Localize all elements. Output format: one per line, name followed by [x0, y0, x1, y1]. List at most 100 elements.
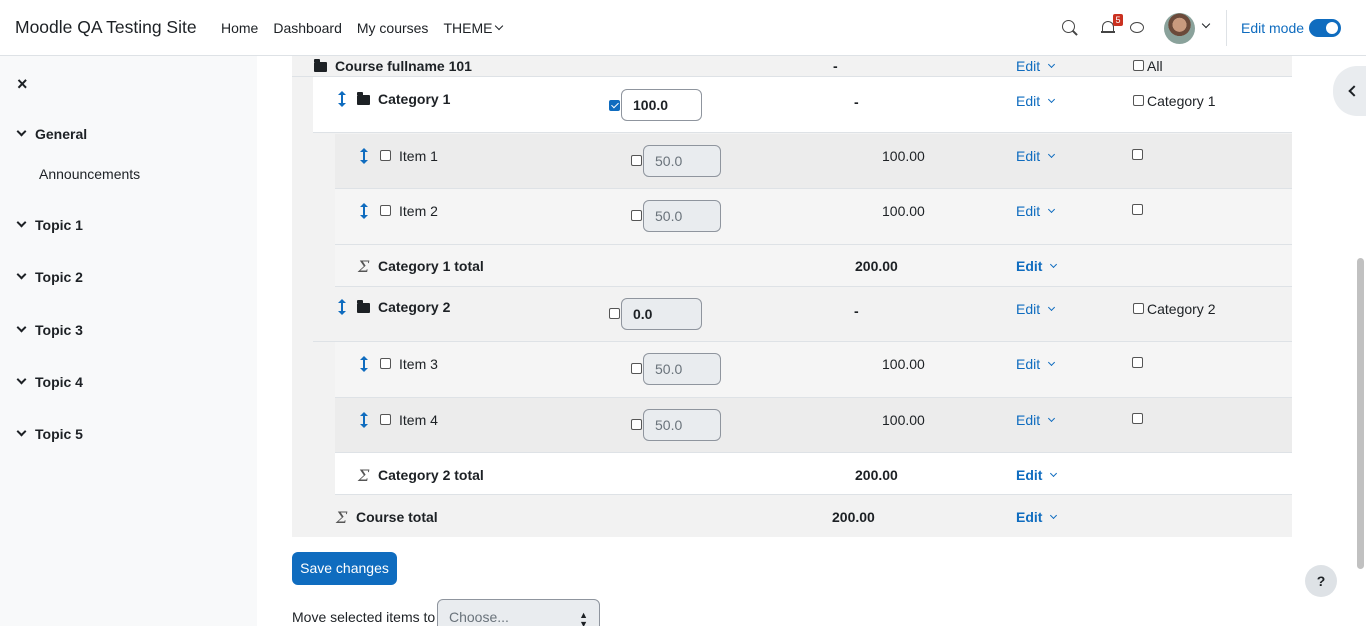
nav-home[interactable]: Home — [221, 20, 258, 36]
max-grade: 200.00 — [832, 509, 875, 525]
select-checkbox[interactable] — [1132, 204, 1143, 215]
category-name: Category 2 — [378, 299, 451, 315]
weight-input[interactable]: 50.0 — [643, 145, 721, 177]
max-grade: 100.00 — [882, 203, 925, 219]
edit-menu[interactable]: Edit — [1016, 301, 1056, 317]
chevron-down-icon — [16, 217, 27, 228]
section-topic-5[interactable]: Topic 5 — [16, 426, 83, 442]
chevron-down-icon — [1050, 260, 1058, 269]
page-scrollbar[interactable] — [1357, 258, 1364, 569]
primary-navigation: Home Dashboard My courses THEME — [221, 20, 504, 36]
site-name[interactable]: Moodle QA Testing Site — [15, 17, 197, 38]
nav-theme-menu[interactable]: THEME — [443, 20, 504, 36]
move-icon[interactable] — [359, 356, 369, 372]
weight-input[interactable]: 50.0 — [643, 200, 721, 232]
weight-override-checkbox[interactable] — [631, 155, 642, 166]
move-icon[interactable] — [337, 299, 347, 315]
course-total-row: Σ Course total 200.00 Edit — [313, 495, 1292, 537]
select-category-checkbox[interactable] — [1133, 95, 1144, 106]
total-name: Course total — [356, 509, 438, 525]
messages-icon[interactable] — [1130, 22, 1144, 33]
section-topic-3[interactable]: Topic 3 — [16, 322, 83, 338]
item-name: Item 2 — [399, 203, 438, 219]
help-button[interactable]: ? — [1305, 565, 1337, 597]
select-checkbox[interactable] — [1132, 357, 1143, 368]
chevron-down-icon — [1048, 414, 1056, 423]
edit-menu[interactable]: Edit — [1016, 203, 1056, 219]
max-grade: 100.00 — [882, 148, 925, 164]
select-checkbox[interactable] — [1132, 413, 1143, 424]
item-name: Item 4 — [399, 412, 438, 428]
grade-item-row: Item 2 50.0 100.00 Edit — [335, 189, 1292, 245]
select-checkbox[interactable] — [1132, 149, 1143, 160]
chevron-down-icon — [16, 126, 27, 137]
edit-label: Edit — [1016, 93, 1041, 109]
section-topic-4[interactable]: Topic 4 — [16, 374, 83, 390]
weight-input[interactable]: 50.0 — [643, 409, 721, 441]
edit-menu[interactable]: Edit — [1016, 93, 1056, 109]
select-all-checkbox[interactable] — [1133, 60, 1144, 71]
edit-menu[interactable]: Edit — [1016, 467, 1058, 483]
user-menu-chevron-icon[interactable] — [1201, 19, 1211, 29]
folder-icon — [314, 59, 327, 72]
total-name: Category 2 total — [378, 467, 484, 483]
chevron-down-icon — [1048, 60, 1056, 69]
move-icon[interactable] — [337, 91, 347, 107]
select-item-checkbox[interactable] — [380, 150, 391, 161]
user-avatar[interactable] — [1164, 13, 1195, 44]
weight-override-checkbox[interactable] — [609, 100, 620, 111]
chevron-down-icon — [1048, 205, 1056, 214]
chevron-down-icon — [1050, 511, 1058, 520]
section-topic-2[interactable]: Topic 2 — [16, 269, 83, 285]
select-category-label: Category 2 — [1147, 301, 1216, 317]
select-placeholder: Choose... — [449, 609, 509, 625]
gradebook-setup-table: Course fullname 101 - Edit All Category … — [292, 34, 1292, 537]
max-grade: - — [854, 94, 859, 110]
folder-icon — [357, 300, 370, 313]
move-destination-select[interactable]: Choose... ▲ ▼ — [437, 599, 600, 626]
weight-override-checkbox[interactable] — [609, 308, 620, 319]
section-topic-1[interactable]: Topic 1 — [16, 217, 83, 233]
weight-input[interactable]: 0.0 — [621, 298, 702, 330]
edit-label: Edit — [1016, 412, 1041, 428]
close-drawer-icon[interactable]: × — [17, 74, 28, 95]
notification-count-badge: 5 — [1113, 14, 1123, 26]
move-icon[interactable] — [359, 412, 369, 428]
select-item-checkbox[interactable] — [380, 358, 391, 369]
edit-menu[interactable]: Edit — [1016, 58, 1056, 74]
sigma-icon: Σ — [358, 466, 370, 485]
section-general[interactable]: General — [16, 126, 87, 142]
chevron-down-icon — [1048, 303, 1056, 312]
select-item-checkbox[interactable] — [380, 205, 391, 216]
move-icon[interactable] — [359, 203, 369, 219]
edit-menu[interactable]: Edit — [1016, 148, 1056, 164]
select-item-checkbox[interactable] — [380, 414, 391, 425]
weight-input[interactable]: 50.0 — [643, 353, 721, 385]
edit-menu[interactable]: Edit — [1016, 356, 1056, 372]
select-arrows-icon: ▲ ▼ — [579, 610, 588, 626]
edit-label: Edit — [1016, 356, 1041, 372]
weight-override-checkbox[interactable] — [631, 363, 642, 374]
edit-label: Edit — [1016, 467, 1043, 483]
weight-override-checkbox[interactable] — [631, 210, 642, 221]
nav-dashboard[interactable]: Dashboard — [273, 20, 342, 36]
edit-label: Edit — [1016, 258, 1043, 274]
edit-mode-toggle[interactable] — [1309, 19, 1341, 37]
move-icon[interactable] — [359, 148, 369, 164]
edit-label: Edit — [1016, 148, 1041, 164]
edit-menu[interactable]: Edit — [1016, 258, 1058, 274]
search-icon[interactable] — [1062, 20, 1075, 33]
edit-menu[interactable]: Edit — [1016, 412, 1056, 428]
save-changes-button[interactable]: Save changes — [292, 552, 397, 585]
theme-label: THEME — [443, 20, 493, 36]
main-region: Course fullname 101 - Edit All Category … — [257, 34, 1366, 626]
weight-input[interactable]: 100.0 — [621, 89, 702, 121]
category-row: Category 2 0.0 - Edit Category 2 — [313, 287, 1292, 342]
edit-menu[interactable]: Edit — [1016, 509, 1058, 525]
weight-override-checkbox[interactable] — [631, 419, 642, 430]
max-grade: 200.00 — [855, 258, 898, 274]
nav-my-courses[interactable]: My courses — [357, 20, 429, 36]
item-name: Item 1 — [399, 148, 438, 164]
activity-announcements[interactable]: Announcements — [39, 166, 140, 182]
select-category-checkbox[interactable] — [1133, 303, 1144, 314]
